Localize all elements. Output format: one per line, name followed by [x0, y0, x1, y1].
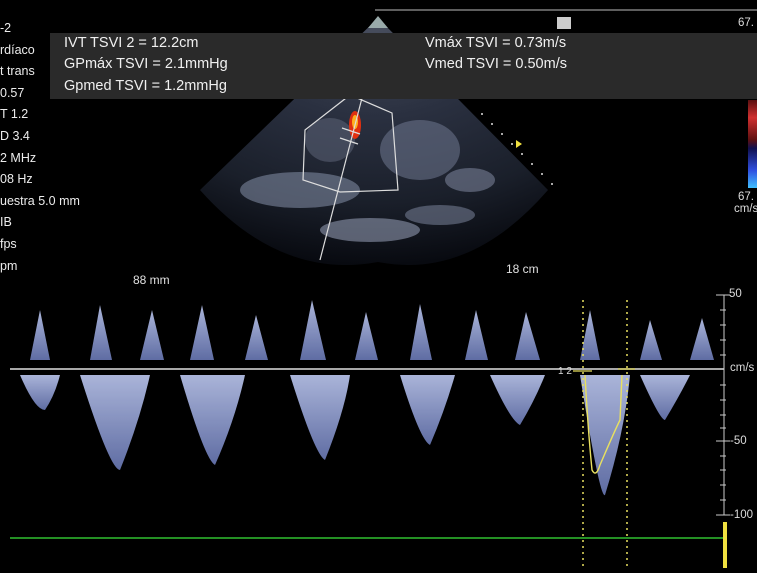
param-line: 08 Hz — [0, 172, 33, 187]
param-line: T 1.2 — [0, 107, 29, 122]
vmed-measurement: Vmed TSVI = 0.50m/s — [425, 56, 567, 72]
doppler-spectrum — [20, 300, 714, 496]
param-line: uestra 5.0 mm — [0, 193, 80, 208]
velocity-scale — [716, 294, 730, 516]
param-line: 2 MHz — [0, 150, 37, 165]
scale-tick-minus100: -100 — [730, 509, 754, 521]
color-scale-bar — [748, 100, 757, 188]
gpmax-measurement: GPmáx TSVI = 2.1mmHg — [64, 56, 228, 72]
param-line: pm — [0, 258, 18, 273]
scale-tick-50: 50 — [729, 288, 742, 300]
depth-label-small: 88 mm — [133, 273, 170, 287]
scale-unit: cm/s — [730, 362, 755, 374]
gate-marker: 1 2 — [558, 366, 572, 377]
color-scale-bottom: 67. — [738, 191, 754, 203]
vmax-measurement: Vmáx TSVI = 0.73m/s — [425, 35, 567, 51]
color-scale-unit: cm/s — [734, 203, 757, 215]
measurement-panel: IVT TSVI 2 = 12.2cm GPmáx TSVI = 2.1mmHg… — [50, 33, 757, 99]
orientation-marker-icon — [557, 17, 571, 29]
color-scale-top: 67. — [738, 17, 754, 29]
focus-marker-icon — [516, 140, 522, 148]
probe-icon — [368, 16, 388, 28]
ivt-measurement: IVT TSVI 2 = 12.2cm — [64, 35, 199, 51]
param-line: fps — [0, 236, 17, 251]
depth-label-large: 18 cm — [506, 262, 539, 276]
scale-marker — [723, 522, 727, 568]
scale-tick-minus50: -50 — [730, 435, 747, 447]
param-line: IB — [0, 215, 12, 230]
gpmed-measurement: Gpmed TSVI = 1.2mmHg — [64, 78, 227, 94]
param-line: D 3.4 — [0, 128, 30, 143]
